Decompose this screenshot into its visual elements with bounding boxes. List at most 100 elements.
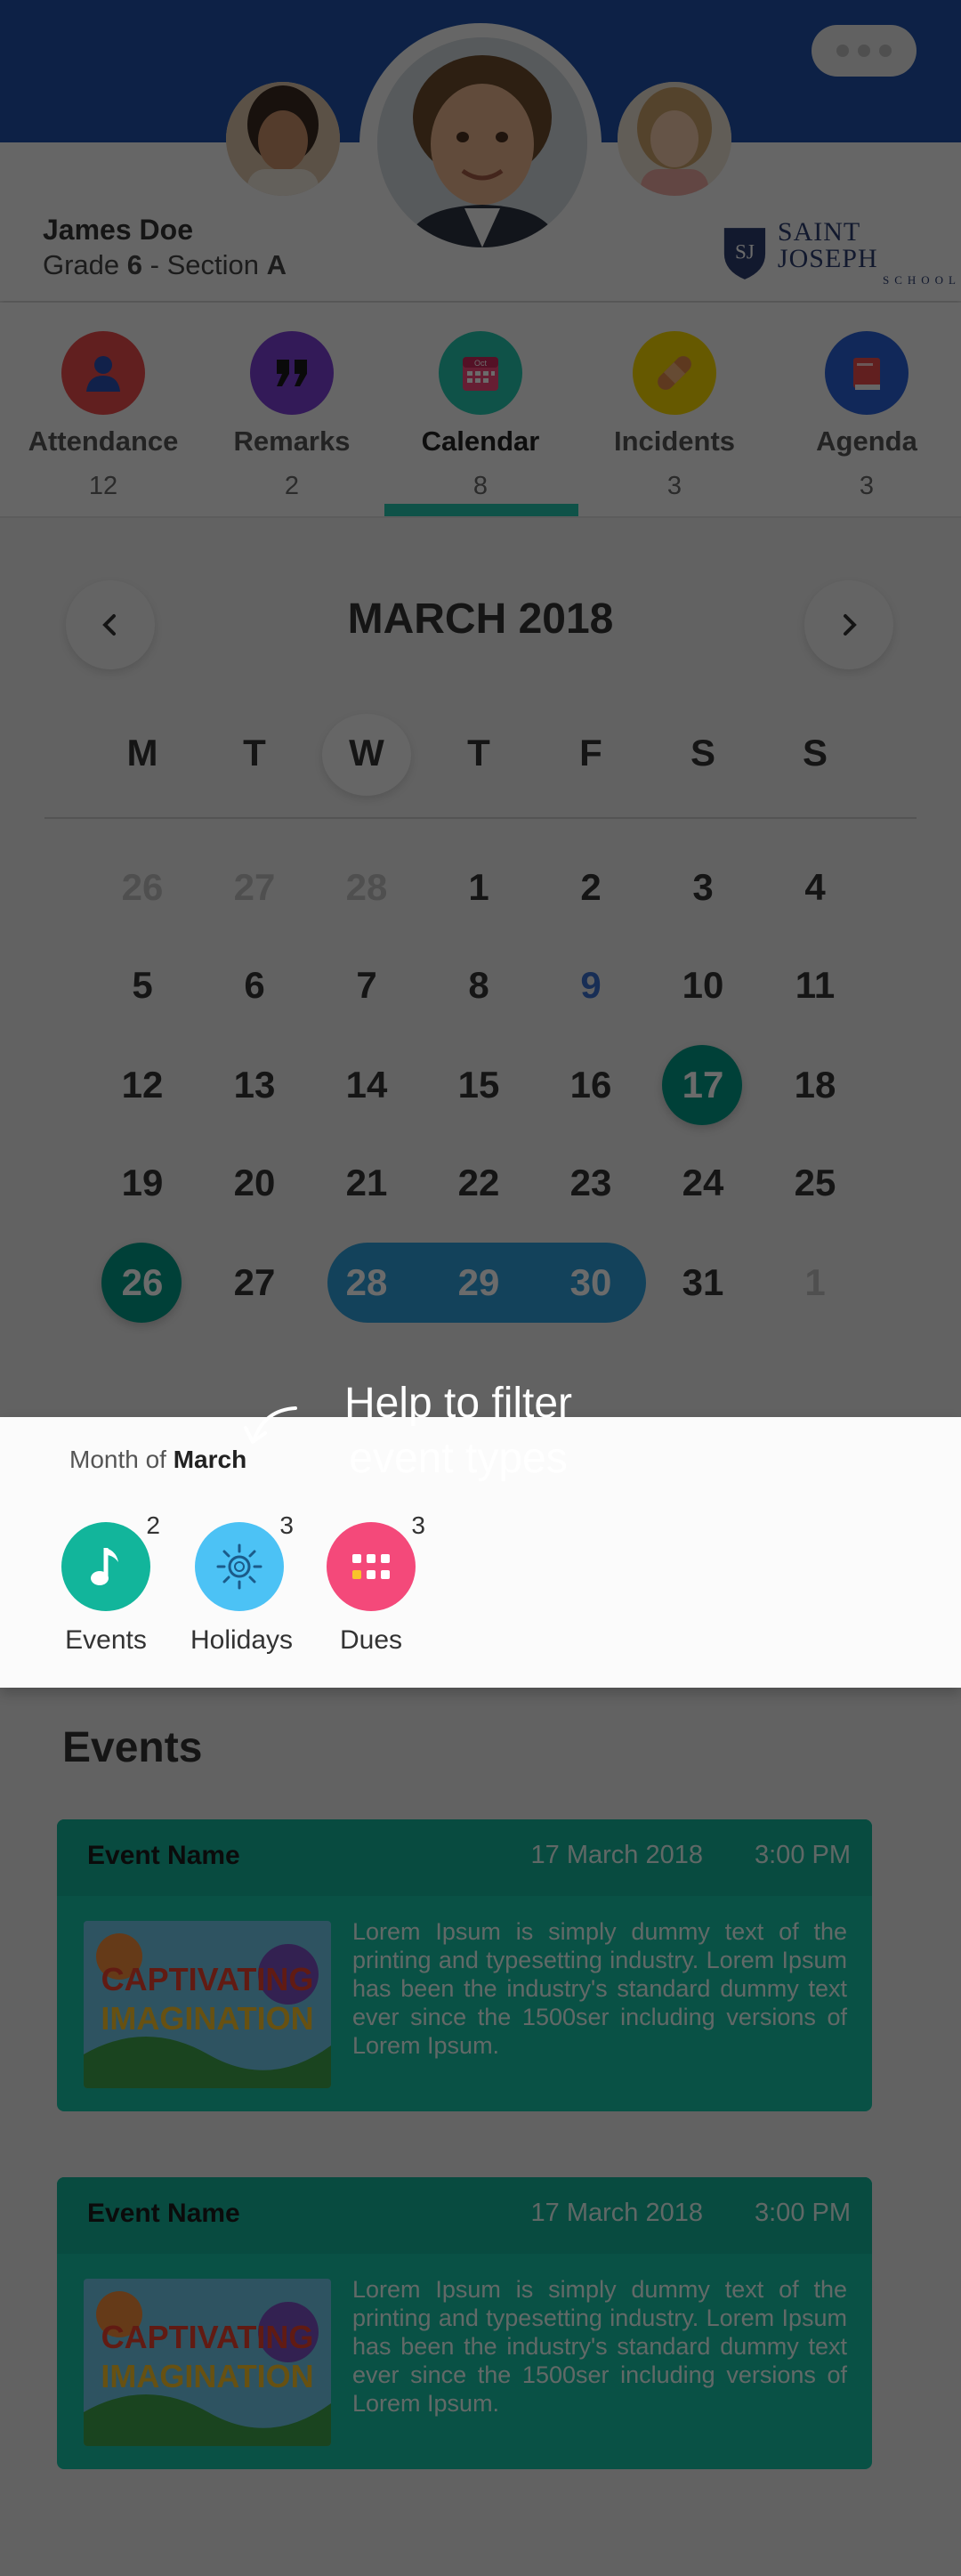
calendar-day[interactable]: 23 bbox=[546, 1143, 635, 1223]
section-prefix: - Section bbox=[142, 249, 267, 280]
student-avatar[interactable] bbox=[377, 37, 587, 247]
calendar-day[interactable]: 18 bbox=[771, 1045, 860, 1125]
grade-value: 6 bbox=[126, 249, 143, 280]
month-of-prefix: Month of bbox=[69, 1446, 174, 1473]
school-monogram: SJ bbox=[735, 239, 755, 263]
person-icon bbox=[61, 331, 145, 415]
school-logo: SJ SAINT JOSEPH SCHOOL bbox=[721, 219, 961, 286]
sibling-avatar-left[interactable] bbox=[226, 82, 340, 196]
hint-text-line2: event types bbox=[349, 1435, 568, 1482]
event-name: Event Name bbox=[87, 2199, 240, 2228]
filter-dues-button[interactable]: Dues 3 bbox=[322, 1511, 425, 1656]
tab-attendance[interactable]: Attendance 12 bbox=[7, 331, 199, 501]
calendar-day[interactable]: 10 bbox=[658, 945, 747, 1025]
hint-text-line1: Help to filter bbox=[343, 1380, 573, 1427]
calendar-day[interactable]: 8 bbox=[434, 945, 523, 1025]
calendar-day[interactable]: 14 bbox=[322, 1045, 411, 1125]
calendar-day[interactable]: 4 bbox=[771, 847, 860, 928]
tab-label: Agenda bbox=[816, 425, 917, 457]
weekday-label: M bbox=[126, 732, 158, 774]
calendar-day[interactable]: 15 bbox=[434, 1045, 523, 1125]
poster-text-line1: CAPTIVATING bbox=[101, 1961, 314, 1997]
more-options-button[interactable] bbox=[812, 25, 917, 77]
event-name: Event Name bbox=[87, 1841, 240, 1870]
calendar-day[interactable]: 3 bbox=[658, 847, 747, 928]
calendar-day[interactable]: 6 bbox=[210, 945, 299, 1025]
calendar-day[interactable]: 26 bbox=[98, 1243, 187, 1323]
weekday-label: S bbox=[802, 732, 828, 774]
tab-calendar[interactable]: Oct Calendar 8 bbox=[384, 331, 577, 501]
calendar-day[interactable]: 31 bbox=[658, 1243, 747, 1323]
events-title: Events bbox=[62, 1724, 203, 1771]
next-month-button[interactable] bbox=[804, 580, 893, 669]
school-name: SAINT JOSEPH SCHOOL bbox=[777, 217, 961, 287]
calendar-day[interactable]: 1 bbox=[434, 847, 523, 928]
hint-text: Help to filter event types bbox=[294, 1376, 623, 1486]
filter-label: Events bbox=[65, 1625, 147, 1655]
calendar-day[interactable]: 22 bbox=[434, 1143, 523, 1223]
event-date: 17 March 2018 bbox=[530, 2199, 703, 2227]
tab-label: Remarks bbox=[233, 425, 351, 457]
tab-remarks[interactable]: Remarks 2 bbox=[196, 331, 388, 501]
tab-incidents[interactable]: Incidents 3 bbox=[578, 331, 771, 501]
calendar-day[interactable]: 7 bbox=[322, 945, 411, 1025]
tab-agenda[interactable]: Agenda 3 bbox=[771, 331, 961, 501]
chevron-right-icon bbox=[844, 614, 857, 636]
tab-count: 12 bbox=[88, 472, 118, 500]
school-name-line2: SCHOOL bbox=[882, 273, 961, 287]
poster-text-line2: IMAGINATION bbox=[101, 2358, 313, 2394]
quote-icon bbox=[250, 331, 334, 415]
event-card[interactable]: Event Name 17 March 2018 3:00 PM CAPTIVA… bbox=[57, 2177, 872, 2469]
filter-count: 2 bbox=[146, 1511, 160, 1539]
student-name: James Doe bbox=[43, 214, 193, 246]
calendar-day[interactable]: 28 bbox=[322, 847, 411, 928]
calendar-divider bbox=[44, 817, 917, 819]
calendar-day[interactable]: 13 bbox=[210, 1045, 299, 1125]
grid-icon bbox=[327, 1522, 416, 1611]
calendar-day[interactable]: 21 bbox=[322, 1143, 411, 1223]
weekday-label: W bbox=[349, 732, 384, 774]
calendar-day[interactable]: 1 bbox=[771, 1243, 860, 1323]
calendar-day[interactable]: 19 bbox=[98, 1143, 187, 1223]
calendar-day[interactable]: 24 bbox=[658, 1143, 747, 1223]
calendar-day[interactable]: 11 bbox=[771, 945, 860, 1025]
student-grade: Grade 6 - Section A bbox=[43, 249, 287, 281]
calendar-day[interactable]: 9 bbox=[546, 945, 635, 1025]
calendar-day[interactable]: 16 bbox=[546, 1045, 635, 1125]
calendar-day[interactable]: 2 bbox=[546, 847, 635, 928]
filter-events-button[interactable]: Events 2 bbox=[57, 1511, 160, 1656]
calendar-day[interactable]: 12 bbox=[98, 1045, 187, 1125]
calendar-day[interactable]: 27 bbox=[210, 1243, 299, 1323]
school-name-line1: SAINT JOSEPH bbox=[777, 217, 878, 273]
month-of-label: Month of March bbox=[69, 1446, 246, 1474]
poster-text-line1: CAPTIVATING bbox=[101, 2319, 314, 2355]
poster-text-line2: IMAGINATION bbox=[101, 2000, 313, 2037]
filter-holidays-button[interactable]: Holidays 3 bbox=[190, 1511, 294, 1656]
dot-icon bbox=[836, 45, 849, 57]
active-tab-indicator bbox=[384, 504, 578, 516]
calendar-day[interactable]: 29 bbox=[434, 1243, 523, 1323]
music-note-icon bbox=[61, 1522, 150, 1611]
calendar-day[interactable]: 17 bbox=[658, 1045, 747, 1125]
event-time: 3:00 PM bbox=[755, 2199, 851, 2227]
calendar-icon: Oct bbox=[439, 331, 522, 415]
calendar-day[interactable]: 30 bbox=[546, 1243, 635, 1323]
event-date: 17 March 2018 bbox=[530, 1841, 703, 1869]
sibling-avatar-right[interactable] bbox=[618, 82, 731, 196]
tab-label: Incidents bbox=[613, 425, 736, 457]
calendar-day[interactable]: 25 bbox=[771, 1143, 860, 1223]
calendar-day[interactable]: 20 bbox=[210, 1143, 299, 1223]
calendar-day[interactable]: 26 bbox=[98, 847, 187, 928]
calendar-day[interactable]: 27 bbox=[210, 847, 299, 928]
calendar-icon-month: Oct bbox=[474, 359, 488, 368]
filter-label: Dues bbox=[339, 1625, 403, 1655]
event-description: Lorem Ipsum is simply dummy text of the … bbox=[352, 1918, 847, 2059]
bandage-icon bbox=[633, 331, 716, 415]
tab-label: Calendar bbox=[421, 425, 540, 457]
event-card[interactable]: Event Name 17 March 2018 3:00 PM CAPTIVA… bbox=[57, 1819, 872, 2111]
calendar-day[interactable]: 5 bbox=[98, 945, 187, 1025]
book-icon bbox=[825, 331, 909, 415]
weekday-label: F bbox=[579, 732, 602, 774]
calendar-day[interactable]: 28 bbox=[322, 1243, 411, 1323]
event-poster-image: CAPTIVATING IMAGINATION bbox=[84, 2279, 331, 2446]
